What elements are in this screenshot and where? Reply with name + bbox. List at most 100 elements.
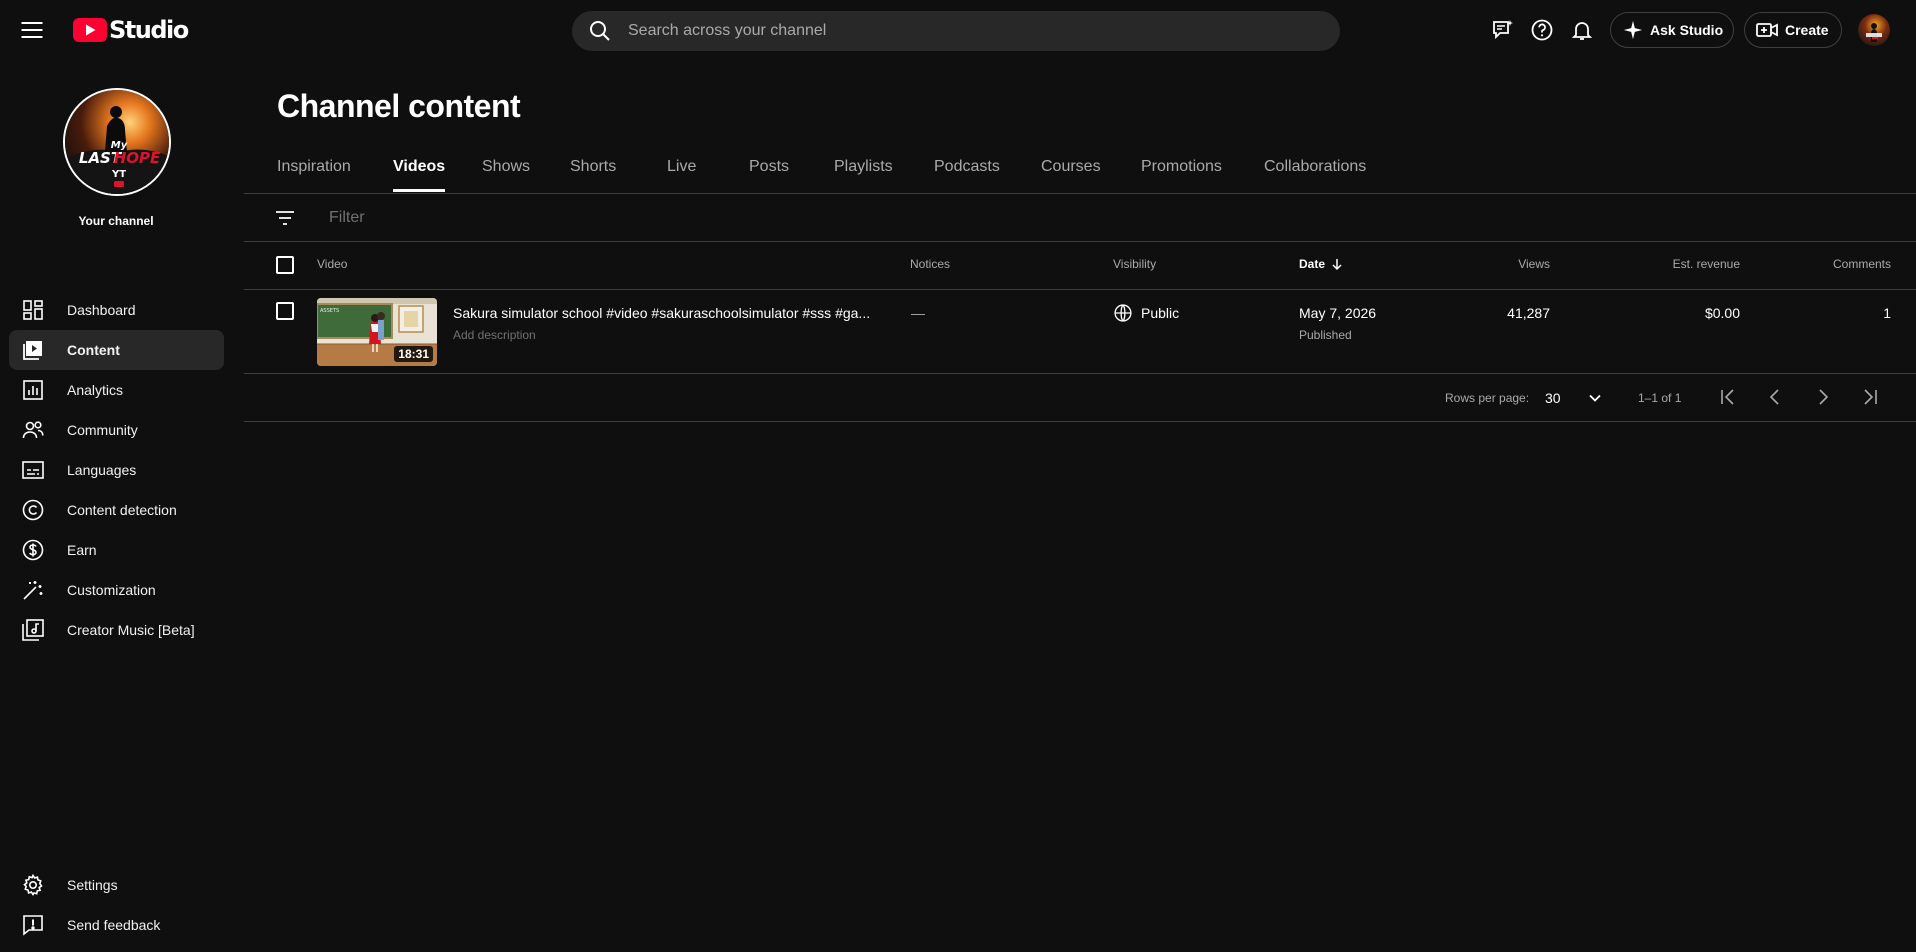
publish-status: Published — [1299, 328, 1352, 342]
create-button[interactable]: Create — [1744, 12, 1842, 48]
column-header-est-revenue[interactable]: Est. revenue — [1640, 257, 1740, 271]
copyright-icon — [22, 499, 44, 521]
tab-live[interactable]: Live — [667, 158, 696, 192]
sidebar-item-label: Customization — [67, 582, 156, 598]
menu-icon[interactable] — [18, 16, 46, 44]
sidebar-item-dashboard[interactable]: Dashboard — [9, 290, 224, 330]
svg-text:ASSETS: ASSETS — [320, 308, 339, 314]
filter-divider — [244, 241, 1916, 242]
account-avatar[interactable] — [1858, 14, 1890, 46]
pagination-divider — [244, 421, 1916, 422]
sidebar-item-earn[interactable]: Earn — [9, 530, 224, 570]
row-divider — [244, 373, 1916, 374]
your-channel-label[interactable]: Your channel — [0, 214, 232, 228]
column-header-date[interactable]: Date — [1299, 257, 1344, 271]
notifications-bell-icon[interactable] — [1570, 18, 1594, 42]
gear-icon — [23, 873, 43, 897]
create-video-icon — [1756, 23, 1778, 37]
rows-per-page-label: Rows per page: — [1445, 391, 1530, 405]
help-icon[interactable] — [1530, 18, 1554, 42]
sidebar-item-label: Analytics — [67, 382, 124, 398]
views-value: 41,287 — [1507, 305, 1550, 321]
rows-per-page-value: 30 — [1545, 390, 1561, 406]
page-title: Channel content — [277, 88, 521, 124]
dollar-icon — [22, 539, 44, 561]
sidebar-item-label: Content detection — [67, 502, 177, 518]
tab-posts[interactable]: Posts — [749, 158, 789, 192]
video-thumbnail[interactable]: ASSETS 18:31 — [317, 298, 437, 366]
sidebar-item-label: Community — [67, 422, 138, 438]
studio-logo[interactable]: Studio — [73, 16, 189, 44]
sidebar-item-content-detection[interactable]: Content detection — [9, 490, 224, 530]
tab-promotions[interactable]: Promotions — [1141, 158, 1222, 192]
first-page-icon[interactable] — [1716, 385, 1740, 409]
avatar-line2b: HOPE — [114, 149, 161, 167]
row-checkbox[interactable] — [276, 302, 294, 320]
ask-studio-button[interactable]: Ask Studio — [1610, 12, 1734, 48]
last-page-icon[interactable] — [1858, 385, 1882, 409]
video-duration: 18:31 — [394, 346, 433, 362]
top-header: Studio Ask Studio Create — [0, 0, 1916, 60]
tab-shorts[interactable]: Shorts — [570, 158, 616, 192]
feedback-chat-icon[interactable] — [1491, 18, 1515, 42]
revenue-value: $0.00 — [1704, 305, 1740, 321]
tabs-divider — [244, 193, 1916, 194]
sidebar-item-settings[interactable]: Settings — [9, 865, 224, 905]
analytics-icon — [23, 380, 43, 400]
comments-value[interactable]: 1 — [1791, 305, 1891, 321]
add-description[interactable]: Add description — [453, 328, 536, 342]
visibility-value: Public — [1141, 305, 1180, 321]
search-input[interactable] — [628, 22, 1308, 40]
channel-avatar[interactable]: My LAST HOPE YT — [63, 88, 171, 196]
community-icon — [22, 421, 44, 439]
sidebar-item-community[interactable]: Community — [9, 410, 224, 450]
music-library-icon — [22, 619, 44, 641]
sidebar-item-label: Settings — [67, 877, 118, 893]
tab-collaborations[interactable]: Collaborations — [1264, 158, 1366, 192]
select-all-checkbox[interactable] — [276, 256, 294, 274]
filter-icon[interactable] — [273, 206, 297, 230]
magic-wand-icon — [23, 581, 43, 600]
notices-value: — — [911, 305, 925, 321]
video-title[interactable]: Sakura simulator school #video #sakurasc… — [453, 305, 870, 321]
sidebar: My LAST HOPE YT Your channel Dashboard C… — [0, 60, 240, 952]
visibility-dropdown[interactable]: Public — [1113, 303, 1179, 323]
content-icon — [23, 341, 42, 360]
sparkle-icon — [1623, 20, 1643, 40]
subtitles-icon — [22, 461, 44, 479]
page-range: 1–1 of 1 — [1638, 391, 1682, 405]
column-header-visibility: Visibility — [1113, 257, 1157, 271]
feedback-icon — [23, 915, 43, 936]
filter-input[interactable] — [329, 207, 929, 229]
next-page-icon[interactable] — [1811, 385, 1835, 409]
sidebar-item-label: Creator Music [Beta] — [67, 622, 195, 638]
sidebar-item-label: Languages — [67, 462, 137, 478]
tab-podcasts[interactable]: Podcasts — [934, 158, 1000, 192]
create-label: Create — [1785, 22, 1829, 38]
youtube-logo-icon — [73, 18, 107, 42]
header-divider — [244, 289, 1916, 290]
tab-shows[interactable]: Shows — [482, 158, 530, 192]
sidebar-item-content[interactable]: Content — [9, 330, 224, 370]
sidebar-item-label: Content — [67, 342, 120, 358]
date-header-label: Date — [1299, 257, 1326, 271]
tab-courses[interactable]: Courses — [1041, 158, 1101, 192]
sidebar-item-label: Earn — [67, 542, 97, 558]
date-value: May 7, 2026 — [1299, 305, 1377, 321]
sidebar-item-send-feedback[interactable]: Send feedback — [9, 905, 224, 945]
sidebar-item-analytics[interactable]: Analytics — [9, 370, 224, 410]
sidebar-item-customization[interactable]: Customization — [9, 570, 224, 610]
tab-inspiration[interactable]: Inspiration — [277, 158, 351, 192]
sidebar-item-languages[interactable]: Languages — [9, 450, 224, 490]
logo-text: Studio — [109, 16, 189, 44]
sidebar-item-creator-music[interactable]: Creator Music [Beta] — [9, 610, 224, 650]
globe-icon — [1114, 304, 1132, 322]
previous-page-icon[interactable] — [1763, 385, 1787, 409]
column-header-notices: Notices — [910, 257, 951, 271]
rows-per-page-select[interactable]: 30 — [1545, 386, 1605, 410]
tab-videos[interactable]: Videos — [393, 158, 446, 192]
tab-playlists[interactable]: Playlists — [834, 158, 893, 192]
column-header-views[interactable]: Views — [1450, 257, 1550, 271]
column-header-comments[interactable]: Comments — [1791, 257, 1891, 271]
search-bar[interactable] — [572, 11, 1340, 51]
